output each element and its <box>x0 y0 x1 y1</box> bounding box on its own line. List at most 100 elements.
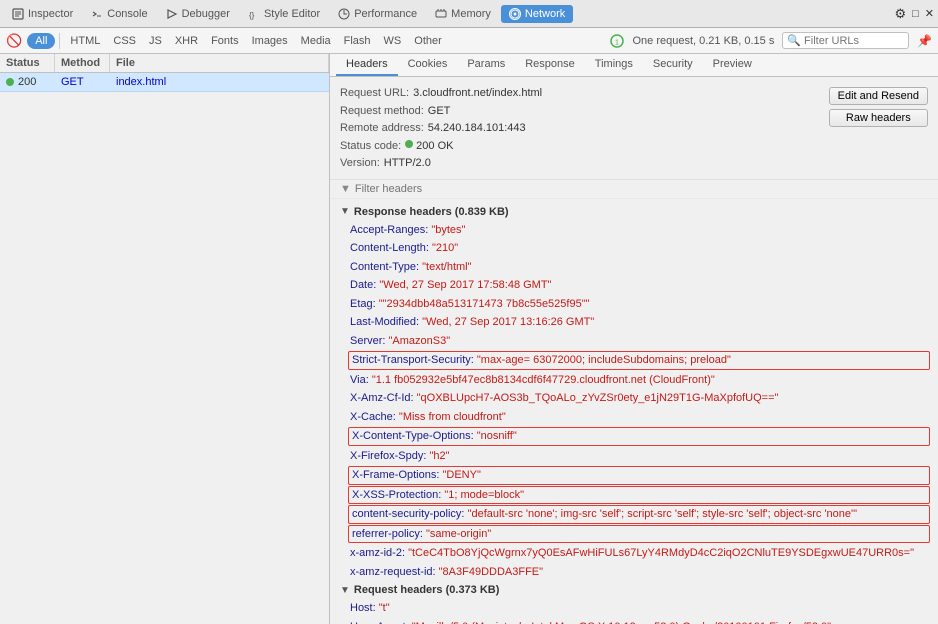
debugger-icon <box>166 8 178 20</box>
filter-separator <box>59 33 60 49</box>
header-value: "tCeC4TbO8YjQcWgrnx7yQ0EsAFwHiFULs67LyY4… <box>408 547 914 559</box>
url-label: Request URL: <box>340 85 409 103</box>
status-code-value: 200 <box>416 138 434 156</box>
performance-icon <box>338 8 350 20</box>
status-cell: 200 <box>0 73 55 91</box>
devtools-close-icon[interactable]: ✕ <box>925 7 934 20</box>
header-name: Via: <box>350 374 369 386</box>
header-value: "bytes" <box>431 224 465 236</box>
tab-headers[interactable]: Headers <box>336 54 398 76</box>
response-headers-section[interactable]: ▼ Response headers (0.839 KB) <box>330 203 938 221</box>
header-value: "nosniff" <box>477 430 517 442</box>
status-label: Status code: <box>340 138 401 156</box>
filter-right-section: 1 One request, 0.21 KB, 0.15 s 🔍 📌 <box>610 32 932 49</box>
filter-media[interactable]: Media <box>295 33 337 49</box>
style-icon: {} <box>248 8 260 20</box>
filter-all[interactable]: All <box>27 33 55 49</box>
tab-inspector[interactable]: Inspector <box>4 5 81 23</box>
header-name: X-Amz-Cf-Id: <box>350 392 414 404</box>
header-value: "t" <box>379 602 390 614</box>
svg-text:{}: {} <box>249 11 255 20</box>
filter-images[interactable]: Images <box>246 33 294 49</box>
header-name: X-Cache: <box>350 411 396 423</box>
clear-requests-icon[interactable]: 🚫 <box>6 33 22 49</box>
tab-timings[interactable]: Timings <box>585 54 643 76</box>
request-list: Status Method File 200 GET index.html <box>0 54 330 624</box>
devtools-toolbar: Inspector Console Debugger {} Style Edit… <box>0 0 938 28</box>
header-item: Last-Modified: "Wed, 27 Sep 2017 13:16:2… <box>330 313 938 332</box>
header-value: "same-origin" <box>426 528 491 540</box>
chevron-icon-2: ▼ <box>340 585 350 596</box>
remote-row: Remote address: 54.240.184.101:443 <box>340 120 825 138</box>
header-item: X-Firefox-Spdy: "h2" <box>330 447 938 466</box>
header-value: "qOXBLUpcH7-AOS3b_TQoALo_zYvZSr0ety_e1jN… <box>417 392 779 404</box>
persist-log-icon[interactable]: 📌 <box>917 34 932 48</box>
edit-resend-button[interactable]: Edit and Resend <box>829 87 928 105</box>
request-headers-section[interactable]: ▼ Request headers (0.373 KB) <box>330 581 938 599</box>
version-label: Version: <box>340 155 380 173</box>
tab-network[interactable]: Network <box>501 5 573 23</box>
header-name: referrer-policy: <box>352 528 423 540</box>
devtools-dock-icon[interactable]: □ <box>912 8 919 20</box>
method-label: Request method: <box>340 103 424 121</box>
header-name: Host: <box>350 602 376 614</box>
tab-params[interactable]: Params <box>457 54 515 76</box>
header-item: X-XSS-Protection: "1; mode=block" <box>348 486 930 505</box>
tab-debugger[interactable]: Debugger <box>158 5 238 23</box>
filter-flash[interactable]: Flash <box>338 33 377 49</box>
filter-html[interactable]: HTML <box>64 33 106 49</box>
header-name: Content-Length: <box>350 242 429 254</box>
header-name: X-Frame-Options: <box>352 469 439 481</box>
header-name: x-amz-request-id: <box>350 566 436 578</box>
tab-cookies[interactable]: Cookies <box>398 54 458 76</box>
table-row[interactable]: 200 GET index.html <box>0 73 329 92</box>
header-item: x-amz-request-id: "8A3F49DDDA3FFE" <box>330 563 938 582</box>
filter-url-box[interactable]: 🔍 <box>782 32 909 49</box>
header-item: X-Content-Type-Options: "nosniff" <box>348 427 930 446</box>
tab-memory[interactable]: Memory <box>427 5 499 23</box>
tab-performance[interactable]: Performance <box>330 5 425 23</box>
header-item: X-Amz-Cf-Id: "qOXBLUpcH7-AOS3b_TQoALo_zY… <box>330 389 938 408</box>
inspect-icon <box>12 8 24 20</box>
header-value: "210" <box>432 242 458 254</box>
header-name: Date: <box>350 279 376 291</box>
filter-other[interactable]: Other <box>408 33 448 49</box>
method-value: GET <box>428 103 451 121</box>
tab-console[interactable]: Console <box>83 5 155 23</box>
header-item: Host: "t" <box>330 599 938 618</box>
req-info-left: Request URL: 3.cloudfront.net/index.html… <box>340 85 825 173</box>
raw-headers-button[interactable]: Raw headers <box>829 109 928 127</box>
header-name: Content-Type: <box>350 261 419 273</box>
filter-js[interactable]: JS <box>143 33 168 49</box>
header-item: content-security-policy: "default-src 'n… <box>348 505 930 524</box>
header-name: X-Content-Type-Options: <box>352 430 474 442</box>
filter-xhr[interactable]: XHR <box>169 33 204 49</box>
header-item: Via: "1.1 fb052932e5bf47ec8b8134cdf6f477… <box>330 371 938 390</box>
filter-css[interactable]: CSS <box>107 33 142 49</box>
header-item: X-Frame-Options: "DENY" <box>348 466 930 485</box>
filter-fonts[interactable]: Fonts <box>205 33 245 49</box>
req-info-right: Edit and Resend Raw headers <box>829 85 928 127</box>
tab-response[interactable]: Response <box>515 54 585 76</box>
devtools-settings-icon[interactable]: ⚙ <box>894 6 906 22</box>
url-value: 3.cloudfront.net/index.html <box>413 85 542 103</box>
main-area: Status Method File 200 GET index.html He… <box>0 54 938 624</box>
filter-ws[interactable]: WS <box>378 33 408 49</box>
filter-headers-row: ▼ <box>330 180 938 199</box>
status-row: Status code: 200 OK <box>340 138 825 156</box>
header-value: "Wed, 27 Sep 2017 17:58:48 GMT" <box>379 279 551 291</box>
filter-url-input[interactable] <box>804 35 904 47</box>
method-row: Request method: GET <box>340 103 825 121</box>
filter-headers-input[interactable] <box>355 183 928 195</box>
tab-preview[interactable]: Preview <box>703 54 762 76</box>
filter-headers-icon: ▼ <box>340 183 351 195</box>
tab-security[interactable]: Security <box>643 54 703 76</box>
header-item: Etag: ""2934dbb48a513171473 7b8c55e525f9… <box>330 295 938 314</box>
filter-toolbar: 🚫 All HTML CSS JS XHR Fonts Images Media… <box>0 28 938 54</box>
search-icon: 🔍 <box>787 34 801 47</box>
header-value: "h2" <box>429 450 449 462</box>
header-name: X-Firefox-Spdy: <box>350 450 426 462</box>
tab-style-editor[interactable]: {} Style Editor <box>240 5 328 23</box>
col-method: Method <box>55 54 110 72</box>
remote-label: Remote address: <box>340 120 424 138</box>
